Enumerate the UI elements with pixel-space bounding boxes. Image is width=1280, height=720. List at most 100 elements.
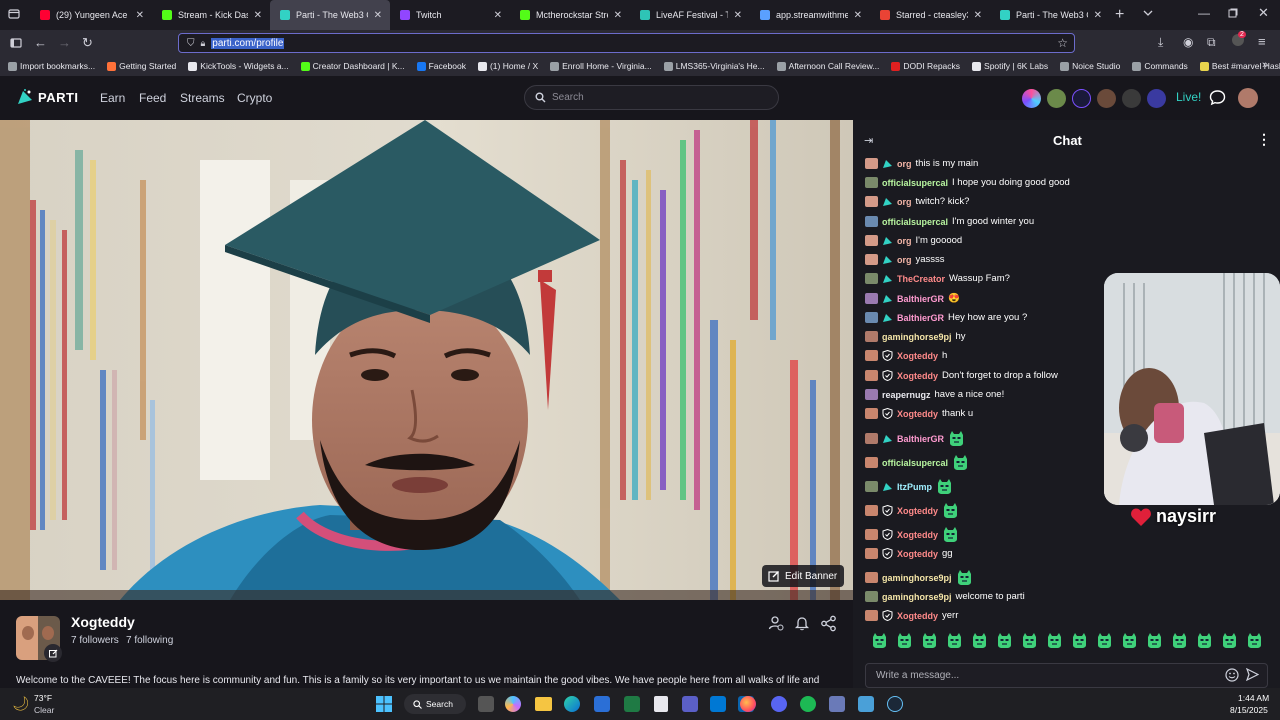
followers-count[interactable]: 7 followers <box>71 635 119 646</box>
nav-streams[interactable]: Streams <box>180 91 225 105</box>
chat-avatar[interactable] <box>865 235 878 246</box>
nav-feed[interactable]: Feed <box>139 91 166 105</box>
clock-time[interactable]: 1:44 AM <box>1238 693 1269 703</box>
url-bar[interactable]: ⛉ 🔒︎ parti.com/profile ☆ <box>178 33 1075 53</box>
bookmark-item[interactable]: Getting Started <box>107 61 176 71</box>
chat-avatar[interactable] <box>865 505 878 516</box>
chat-avatar[interactable] <box>865 350 878 361</box>
chat-username[interactable]: Xogteddy <box>897 506 938 516</box>
chat-avatar[interactable] <box>865 389 878 400</box>
emote-option-icon[interactable] <box>996 632 1013 649</box>
chat-avatar[interactable] <box>865 408 878 419</box>
chat-username[interactable]: TheCreator <box>897 274 945 284</box>
sidebar-toggle-icon[interactable] <box>10 37 22 52</box>
chat-avatar[interactable] <box>865 548 878 559</box>
nav-earn[interactable]: Earn <box>100 91 125 105</box>
chat-username[interactable]: officialsupercal <box>882 217 948 227</box>
bookmark-item[interactable]: Afternoon Call Review... <box>776 61 879 71</box>
chat-username[interactable]: Xogteddy <box>897 549 938 559</box>
bookmark-item[interactable]: (1) Home / X <box>477 61 538 71</box>
taskview-icon[interactable] <box>478 696 494 712</box>
vscode-icon[interactable] <box>710 696 726 712</box>
chat-avatar[interactable] <box>865 572 878 583</box>
chat-username[interactable]: org <box>897 236 912 246</box>
chat-username[interactable]: Xogteddy <box>897 351 938 361</box>
chat-avatar[interactable] <box>865 312 878 323</box>
emote-option-icon[interactable] <box>921 632 938 649</box>
chat-username[interactable]: org <box>897 159 912 169</box>
bookmarks-overflow-icon[interactable]: » <box>1262 59 1268 71</box>
live-avatar-2[interactable] <box>1047 89 1066 108</box>
browser-tab[interactable]: (29) Yungeen Ace - Dri ✕ <box>30 0 152 30</box>
bookmark-item[interactable]: Creator Dashboard | K... <box>300 61 405 71</box>
emote-option-icon[interactable] <box>1246 632 1263 649</box>
back-icon[interactable]: ← <box>34 35 47 50</box>
live-avatar-6[interactable] <box>1147 89 1166 108</box>
share-icon[interactable] <box>820 615 837 637</box>
chat-bubble-icon[interactable] <box>1209 89 1226 111</box>
chat-avatar[interactable] <box>865 370 878 381</box>
chat-username[interactable]: Xogteddy <box>897 371 938 381</box>
emoji-picker-icon[interactable] <box>1225 668 1239 687</box>
url-text[interactable]: parti.com/profile <box>211 37 285 49</box>
weather-desc[interactable]: Clear <box>34 705 54 715</box>
copilot-icon[interactable] <box>505 696 521 712</box>
chat-username[interactable]: officialsupercal <box>882 178 948 188</box>
chat-avatar[interactable] <box>865 196 878 207</box>
emote-option-icon[interactable] <box>1171 632 1188 649</box>
reload-icon[interactable]: ↻ <box>82 35 93 51</box>
chat-username[interactable]: gaminghorse9pj <box>882 573 952 583</box>
search-box[interactable]: Search <box>524 85 779 110</box>
steam-icon[interactable] <box>887 696 903 712</box>
emote-option-icon[interactable] <box>896 632 913 649</box>
weather-icon[interactable]: 🌙︎ <box>12 695 30 712</box>
following-count[interactable]: 7 following <box>126 635 173 646</box>
tab-close-icon[interactable]: ✕ <box>734 10 742 21</box>
emote-option-icon[interactable] <box>871 632 888 649</box>
browser-tab[interactable]: Parti - The Web3 Creat ✕ <box>270 0 390 30</box>
clock-date[interactable]: 8/15/2025 <box>1230 705 1268 715</box>
live-avatar-4[interactable] <box>1097 89 1116 108</box>
chat-avatar[interactable] <box>865 591 878 602</box>
chat-username[interactable]: Xogteddy <box>897 611 938 621</box>
meld-icon[interactable] <box>829 696 845 712</box>
browser-tab[interactable]: Parti - The Web3 Creat ✕ <box>990 0 1110 30</box>
emote-option-icon[interactable] <box>1071 632 1088 649</box>
live-avatar-3[interactable] <box>1072 89 1091 108</box>
chat-username[interactable]: org <box>897 255 912 265</box>
bookmark-item[interactable]: Enroll Home - Virginia... <box>550 61 652 71</box>
tab-close-icon[interactable]: ✕ <box>854 10 862 21</box>
browser-tab[interactable]: Starred - cteasley34@g ✕ <box>870 0 990 30</box>
emote-option-icon[interactable] <box>946 632 963 649</box>
file-explorer-icon[interactable] <box>535 697 552 711</box>
discord-icon[interactable] <box>771 696 787 712</box>
bookmark-item[interactable]: DODI Repacks <box>891 61 960 71</box>
bookmark-item[interactable]: KickTools - Widgets a... <box>188 61 289 71</box>
chat-username[interactable]: Xogteddy <box>897 409 938 419</box>
minimize-icon[interactable]: — <box>1198 6 1210 20</box>
chat-avatar[interactable] <box>865 481 878 492</box>
chat-avatar[interactable] <box>865 254 878 265</box>
chat-username[interactable]: gaminghorse9pj <box>882 592 952 602</box>
menu-icon[interactable]: ≡ <box>1258 34 1266 49</box>
monitor-icon[interactable] <box>858 696 874 712</box>
tab-dropdown-icon[interactable] <box>1142 7 1154 22</box>
tab-close-icon[interactable]: ✕ <box>374 10 382 21</box>
emote-option-icon[interactable] <box>1121 632 1138 649</box>
chat-avatar[interactable] <box>865 158 878 169</box>
send-icon[interactable] <box>1245 667 1260 686</box>
account-icon[interactable]: ◉ <box>1183 35 1193 49</box>
emote-option-icon[interactable] <box>1221 632 1238 649</box>
chat-username[interactable]: reapernugz <box>882 390 931 400</box>
emote-option-icon[interactable] <box>971 632 988 649</box>
tab-close-icon[interactable]: ✕ <box>494 10 502 21</box>
forward-icon[interactable]: → <box>58 35 71 50</box>
chat-avatar[interactable] <box>865 331 878 342</box>
chat-username[interactable]: Xogteddy <box>897 530 938 540</box>
chat-avatar[interactable] <box>865 177 878 188</box>
live-avatar-1[interactable] <box>1022 89 1041 108</box>
chat-username[interactable]: gaminghorse9pj <box>882 332 952 342</box>
notepad-icon[interactable] <box>654 696 668 712</box>
bookmark-item[interactable]: Commands <box>1132 61 1188 71</box>
bookmark-item[interactable]: LMS365-Virginia's He... <box>663 61 765 71</box>
